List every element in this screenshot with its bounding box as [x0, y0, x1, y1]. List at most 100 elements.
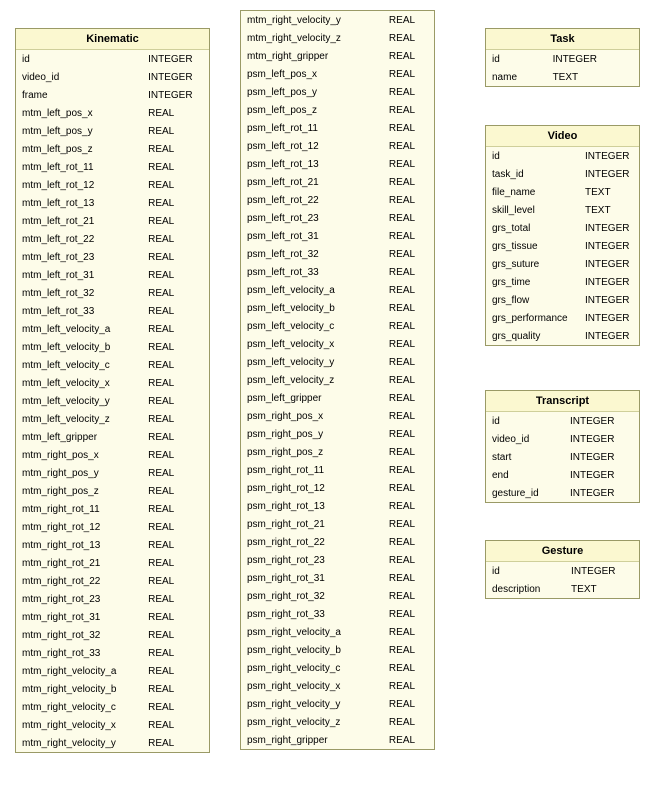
column-row: mtm_right_velocity_yREAL: [16, 734, 209, 752]
column-name: psm_right_pos_x: [241, 407, 383, 425]
column-row: psm_left_rot_11REAL: [241, 119, 434, 137]
column-type: REAL: [383, 137, 434, 155]
column-name: mtm_right_velocity_c: [16, 698, 142, 716]
column-name: psm_right_rot_22: [241, 533, 383, 551]
column-name: psm_right_rot_31: [241, 569, 383, 587]
column-name: file_name: [486, 183, 579, 201]
column-type: REAL: [142, 266, 209, 284]
table-gesture: Gesture idINTEGERdescriptionTEXT: [485, 540, 640, 599]
column-row: psm_right_velocity_xREAL: [241, 677, 434, 695]
column-type: REAL: [142, 122, 209, 140]
column-row: mtm_left_velocity_aREAL: [16, 320, 209, 338]
column-name: psm_right_rot_23: [241, 551, 383, 569]
column-row: psm_left_velocity_aREAL: [241, 281, 434, 299]
column-type: REAL: [142, 554, 209, 572]
column-name: grs_tissue: [486, 237, 579, 255]
column-name: psm_right_rot_11: [241, 461, 383, 479]
column-type: REAL: [142, 536, 209, 554]
column-row: endINTEGER: [486, 466, 639, 484]
column-type: REAL: [383, 695, 434, 713]
column-type: REAL: [142, 248, 209, 266]
column-name: mtm_right_gripper: [241, 47, 383, 65]
column-row: idINTEGER: [486, 562, 639, 580]
column-type: INTEGER: [579, 309, 639, 327]
column-row: file_nameTEXT: [486, 183, 639, 201]
column-name: mtm_right_pos_x: [16, 446, 142, 464]
column-type: REAL: [142, 698, 209, 716]
column-row: grs_tissueINTEGER: [486, 237, 639, 255]
column-name: psm_right_velocity_c: [241, 659, 383, 677]
column-row: grs_flowINTEGER: [486, 291, 639, 309]
column-row: psm_right_velocity_cREAL: [241, 659, 434, 677]
column-name: mtm_left_velocity_a: [16, 320, 142, 338]
column-name: video_id: [16, 68, 142, 86]
column-row: psm_left_rot_12REAL: [241, 137, 434, 155]
column-name: psm_right_rot_21: [241, 515, 383, 533]
column-type: REAL: [383, 461, 434, 479]
column-row: psm_left_velocity_bREAL: [241, 299, 434, 317]
column-type: REAL: [142, 392, 209, 410]
column-row: mtm_left_velocity_yREAL: [16, 392, 209, 410]
column-name: psm_left_velocity_c: [241, 317, 383, 335]
column-row: psm_right_rot_33REAL: [241, 605, 434, 623]
column-type: INTEGER: [579, 255, 639, 273]
column-type: REAL: [142, 644, 209, 662]
column-row: psm_left_rot_23REAL: [241, 209, 434, 227]
column-row: psm_left_velocity_yREAL: [241, 353, 434, 371]
column-row: psm_right_velocity_zREAL: [241, 713, 434, 731]
column-row: psm_right_pos_zREAL: [241, 443, 434, 461]
column-type: INTEGER: [579, 219, 639, 237]
column-name: mtm_left_rot_11: [16, 158, 142, 176]
column-row: psm_right_rot_23REAL: [241, 551, 434, 569]
column-name: mtm_left_velocity_z: [16, 410, 142, 428]
column-name: mtm_right_velocity_y: [16, 734, 142, 752]
column-type: INTEGER: [142, 86, 209, 104]
column-row: psm_right_velocity_bREAL: [241, 641, 434, 659]
column-name: end: [486, 466, 564, 484]
column-name: psm_left_rot_13: [241, 155, 383, 173]
column-name: mtm_left_rot_23: [16, 248, 142, 266]
column-row: mtm_left_velocity_bREAL: [16, 338, 209, 356]
column-row: mtm_left_rot_32REAL: [16, 284, 209, 302]
column-type: REAL: [383, 119, 434, 137]
column-row: idINTEGER: [486, 147, 639, 165]
column-name: psm_left_rot_23: [241, 209, 383, 227]
column-row: psm_right_velocity_aREAL: [241, 623, 434, 641]
column-type: REAL: [142, 320, 209, 338]
column-type: REAL: [383, 533, 434, 551]
column-type: REAL: [383, 443, 434, 461]
column-name: id: [486, 412, 564, 430]
column-row: psm_right_rot_21REAL: [241, 515, 434, 533]
column-type: INTEGER: [564, 484, 639, 502]
column-row: mtm_right_pos_zREAL: [16, 482, 209, 500]
column-row: grs_sutureINTEGER: [486, 255, 639, 273]
column-type: REAL: [383, 677, 434, 695]
column-type: REAL: [383, 281, 434, 299]
column-row: gesture_idINTEGER: [486, 484, 639, 502]
column-row: psm_left_gripperREAL: [241, 389, 434, 407]
column-type: REAL: [142, 284, 209, 302]
column-name: psm_left_pos_y: [241, 83, 383, 101]
column-type: INTEGER: [547, 50, 639, 68]
column-type: REAL: [142, 230, 209, 248]
column-type: REAL: [383, 587, 434, 605]
column-name: grs_quality: [486, 327, 579, 345]
column-type: REAL: [383, 425, 434, 443]
column-name: psm_left_pos_z: [241, 101, 383, 119]
column-name: psm_right_pos_z: [241, 443, 383, 461]
column-row: psm_right_pos_yREAL: [241, 425, 434, 443]
column-type: TEXT: [579, 201, 639, 219]
column-row: mtm_right_rot_32REAL: [16, 626, 209, 644]
column-name: psm_left_velocity_a: [241, 281, 383, 299]
column-type: INTEGER: [579, 237, 639, 255]
column-type: REAL: [383, 389, 434, 407]
column-type: REAL: [142, 662, 209, 680]
column-row: psm_right_rot_22REAL: [241, 533, 434, 551]
column-name: grs_performance: [486, 309, 579, 327]
table-rows-gesture: idINTEGERdescriptionTEXT: [486, 562, 639, 598]
schema-canvas: Kinematic idINTEGERvideo_idINTEGERframeI…: [10, 10, 651, 800]
column-name: mtm_right_rot_23: [16, 590, 142, 608]
column-name: mtm_right_pos_y: [16, 464, 142, 482]
column-row: mtm_left_rot_21REAL: [16, 212, 209, 230]
column-type: REAL: [383, 641, 434, 659]
